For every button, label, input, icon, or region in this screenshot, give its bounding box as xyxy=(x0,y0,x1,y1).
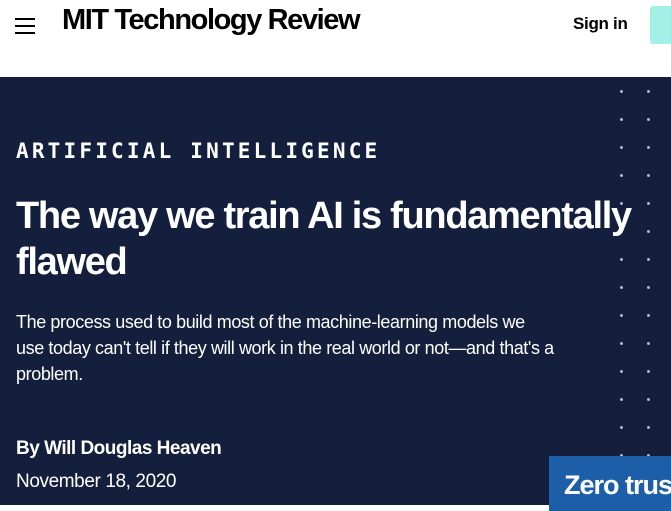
decorative-dot xyxy=(647,398,650,401)
decorative-dot xyxy=(620,314,623,317)
decorative-dot xyxy=(647,370,650,373)
article-date: November 18, 2020 xyxy=(16,471,177,492)
decorative-dot xyxy=(620,342,623,345)
decorative-dot xyxy=(620,146,623,149)
decorative-dot xyxy=(620,370,623,373)
decorative-dot xyxy=(620,174,623,177)
promo-text: Zero trust xyxy=(564,470,671,500)
article-byline[interactable]: By Will Douglas Heaven xyxy=(16,438,222,460)
hamburger-menu-icon[interactable] xyxy=(15,16,35,34)
article-title: The way we train AI is fundamentally fla… xyxy=(16,195,632,283)
decorative-dot xyxy=(647,314,650,317)
decorative-dot xyxy=(647,342,650,345)
decorative-dot xyxy=(620,90,623,93)
decorative-dot xyxy=(620,118,623,121)
decorative-dot xyxy=(620,286,623,289)
decorative-dot xyxy=(647,146,650,149)
article-category[interactable]: ARTIFICIAL INTELLIGENCE xyxy=(16,139,380,163)
decorative-dot xyxy=(647,174,650,177)
decorative-dot xyxy=(647,426,650,429)
sign-in-link[interactable]: Sign in xyxy=(573,14,628,34)
subscribe-button[interactable] xyxy=(650,6,671,44)
article-dek: The process used to build most of the ma… xyxy=(16,312,554,384)
site-logo[interactable]: MIT Technology Review xyxy=(62,4,361,37)
promo-banner[interactable]: Zero trust xyxy=(549,456,671,511)
site-header: MIT Technology Review Sign in xyxy=(0,0,671,77)
decorative-dot xyxy=(647,90,650,93)
decorative-dot xyxy=(647,286,650,289)
decorative-dot xyxy=(620,398,623,401)
decorative-dot xyxy=(647,118,650,121)
decorative-dot xyxy=(620,426,623,429)
